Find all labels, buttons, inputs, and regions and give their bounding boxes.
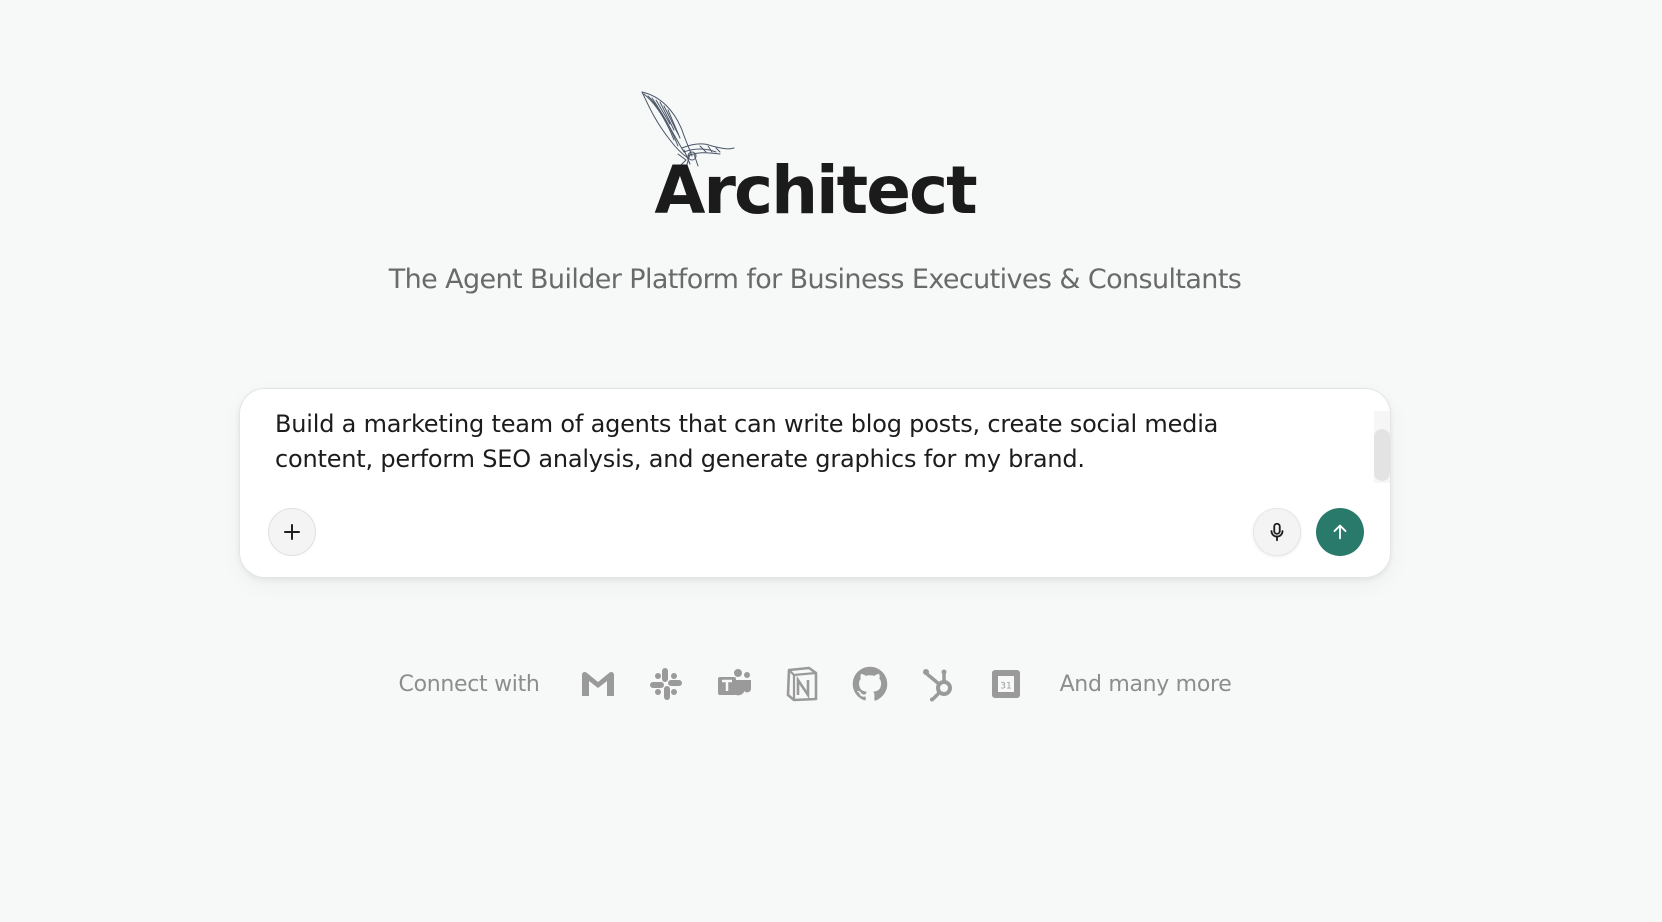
svg-text:31: 31 bbox=[1000, 682, 1011, 692]
app-title: Architect bbox=[654, 152, 977, 229]
hubspot-icon bbox=[919, 665, 957, 703]
and-many-more-label: And many more bbox=[1059, 671, 1232, 697]
microsoft-teams-icon bbox=[715, 665, 753, 703]
send-button[interactable] bbox=[1316, 508, 1364, 556]
slack-icon bbox=[647, 665, 685, 703]
scrollbar-thumb[interactable] bbox=[1374, 429, 1390, 481]
page: Architect The Agent Builder Platform for… bbox=[0, 0, 1662, 922]
plus-icon bbox=[284, 524, 300, 540]
github-icon bbox=[851, 665, 889, 703]
prompt-composer: Build a marketing team of agents that ca… bbox=[239, 388, 1391, 578]
tagline: The Agent Builder Platform for Business … bbox=[388, 264, 1242, 295]
integrations-row: Connect with 31 And many more bbox=[0, 665, 1630, 703]
add-attachment-button[interactable] bbox=[268, 508, 316, 556]
arrow-up-icon bbox=[1333, 524, 1347, 540]
calendar-icon: 31 bbox=[987, 665, 1025, 703]
gmail-icon bbox=[579, 665, 617, 703]
microphone-icon bbox=[1270, 522, 1284, 542]
notion-icon bbox=[783, 665, 821, 703]
connect-with-label: Connect with bbox=[398, 671, 540, 697]
prompt-textarea[interactable]: Build a marketing team of agents that ca… bbox=[275, 407, 1315, 477]
voice-input-button[interactable] bbox=[1253, 508, 1301, 556]
